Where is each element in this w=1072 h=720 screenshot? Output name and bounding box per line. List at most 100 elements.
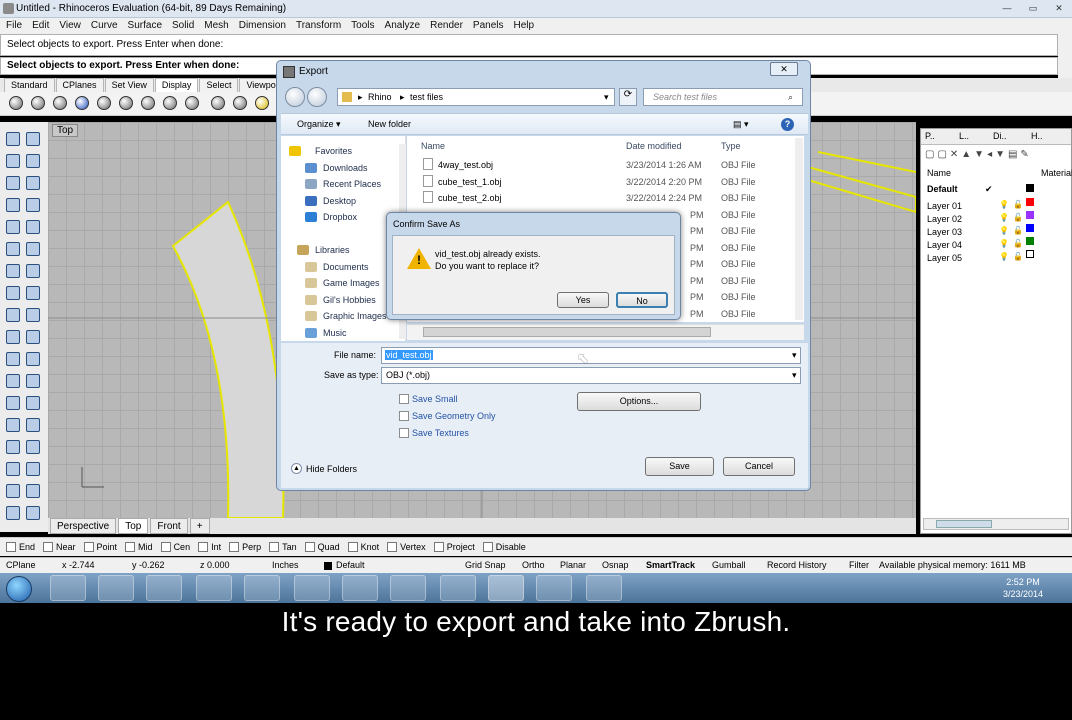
polygon-icon[interactable] (6, 220, 20, 234)
technical-icon[interactable] (119, 96, 133, 110)
save-geometry-only-checkbox[interactable]: Save Geometry Only (399, 411, 496, 421)
mirror-icon[interactable] (26, 374, 40, 388)
osnap-int[interactable]: Int (198, 542, 221, 552)
sketch-app-icon[interactable] (390, 575, 426, 601)
rectangle-icon[interactable] (26, 198, 40, 212)
calculator-icon[interactable] (294, 575, 330, 601)
tab-display[interactable]: Display (154, 78, 199, 92)
artistic-icon[interactable] (141, 96, 155, 110)
menu-tools[interactable]: Tools (351, 18, 374, 34)
nav-gils-hobbies[interactable]: Gil's Hobbies (323, 295, 376, 305)
layer-tools-icon[interactable]: ▢▢✕▲▼◂▼▤✎ (925, 149, 1032, 160)
libraries-header[interactable]: Libraries (315, 245, 350, 255)
xray-icon[interactable] (97, 96, 111, 110)
layer-color-swatch[interactable] (1026, 184, 1034, 192)
explorer-icon[interactable] (146, 575, 182, 601)
render-preview-icon[interactable] (255, 96, 269, 110)
ghosted-icon[interactable] (75, 96, 89, 110)
save-button[interactable]: Save (645, 457, 714, 476)
osnap-vertex[interactable]: Vertex (387, 542, 426, 552)
scroll-thumb[interactable] (423, 327, 711, 337)
save-as-type-select[interactable]: OBJ (*.obj) ▾ (381, 367, 801, 384)
panel-tab-layers[interactable]: L.. (959, 131, 969, 141)
layer-row-default[interactable]: Default (927, 184, 958, 194)
file-list-vscrollbar[interactable] (795, 138, 803, 320)
surface-icon[interactable] (6, 242, 20, 256)
dimension-icon[interactable] (6, 308, 20, 322)
pen-icon[interactable] (163, 96, 177, 110)
mesh-icon[interactable] (26, 286, 40, 300)
toggle-osnap[interactable]: Osnap (602, 560, 629, 570)
trim-icon[interactable] (26, 330, 40, 344)
internet-explorer-icon[interactable] (196, 575, 232, 601)
file-name[interactable]: 4way_test.obj (438, 160, 493, 170)
status-cplane[interactable]: CPlane (6, 560, 36, 570)
chrome-icon[interactable] (342, 575, 378, 601)
menu-curve[interactable]: Curve (91, 18, 118, 34)
fillet-icon[interactable] (6, 330, 20, 344)
point-icon[interactable] (26, 132, 40, 146)
system-clock[interactable]: 2:52 PM 3/23/2014 (1000, 576, 1046, 600)
group-icon[interactable] (26, 418, 40, 432)
analyze-icon[interactable] (6, 440, 20, 454)
menu-edit[interactable]: Edit (32, 18, 49, 34)
menu-transform[interactable]: Transform (296, 18, 341, 34)
rotate-icon[interactable] (26, 352, 40, 366)
tool-app-icon[interactable] (586, 575, 622, 601)
join-icon[interactable] (26, 396, 40, 410)
check-icon[interactable] (26, 484, 40, 498)
media-player-icon[interactable] (50, 575, 86, 601)
rhino-taskbar-icon[interactable] (488, 575, 524, 601)
panel-tab-help[interactable]: H.. (1031, 131, 1043, 141)
polyline-icon[interactable] (6, 154, 20, 168)
nav-recent-places[interactable]: Recent Places (323, 179, 381, 189)
osnap-cen[interactable]: Cen (160, 542, 190, 552)
favorites-header[interactable]: Favorites (315, 146, 352, 156)
shaded-icon[interactable] (31, 96, 45, 110)
move-icon[interactable] (6, 352, 20, 366)
cylinder-icon[interactable] (6, 286, 20, 300)
file-name[interactable]: cube_test_1.obj (438, 177, 502, 187)
firefox-icon[interactable] (244, 575, 280, 601)
layer-color-swatch[interactable] (1026, 250, 1034, 258)
menu-view[interactable]: View (59, 18, 81, 34)
file-name[interactable]: cube_test_2.obj (438, 193, 502, 203)
grid-icon[interactable] (6, 462, 20, 476)
toggle-planar[interactable]: Planar (560, 560, 586, 570)
display-mode-icon[interactable] (211, 96, 225, 110)
nav-graphic-images[interactable]: Graphic Images (323, 311, 387, 321)
panel-tab-display[interactable]: Di.. (993, 131, 1007, 141)
tab-top[interactable]: Top (118, 518, 149, 534)
breadcrumb-test-files[interactable]: test files (410, 92, 443, 102)
chevron-down-icon[interactable]: ▾ (792, 370, 797, 381)
nav-downloads[interactable]: Downloads (323, 163, 368, 173)
box-icon[interactable] (6, 264, 20, 278)
layer-row-01[interactable]: Layer 01 (927, 201, 962, 211)
zbrush-icon[interactable] (440, 575, 476, 601)
osnap-knot[interactable]: Knot (347, 542, 379, 552)
start-button[interactable] (6, 576, 32, 602)
command-scrollbar[interactable] (1058, 34, 1072, 78)
layer-row-05[interactable]: Layer 05 (927, 253, 962, 263)
tab-standard[interactable]: Standard (4, 78, 55, 92)
close-window-button[interactable]: ✕ (1050, 2, 1068, 14)
maximize-button[interactable]: ▭ (1024, 2, 1042, 14)
address-bar[interactable]: ▸ Rhino ▸ test files ▾ (337, 88, 615, 106)
arc-icon[interactable] (6, 198, 20, 212)
search-input[interactable]: Search test files ⌕ (643, 88, 803, 106)
scroll-thumb[interactable] (936, 520, 992, 528)
new-folder-button[interactable]: New folder (368, 119, 411, 129)
status-layer[interactable]: Default (336, 560, 365, 570)
toggle-filter[interactable]: Filter (849, 560, 869, 570)
breadcrumb-rhino[interactable]: Rhino (368, 92, 392, 102)
hide-folders-button[interactable]: ▲ Hide Folders (291, 463, 357, 474)
save-small-checkbox[interactable]: Save Small (399, 394, 458, 404)
save-textures-checkbox[interactable]: Save Textures (399, 428, 469, 438)
lights-icon[interactable] (233, 96, 247, 110)
menu-help[interactable]: Help (514, 18, 535, 34)
menu-surface[interactable]: Surface (128, 18, 162, 34)
layer-row-04[interactable]: Layer 04 (927, 240, 962, 250)
lock-icon[interactable]: 🔓 🔓 🔓 🔓 🔓 (1013, 198, 1023, 263)
osnap-perp[interactable]: Perp (229, 542, 261, 552)
ellipse-icon[interactable] (26, 176, 40, 190)
